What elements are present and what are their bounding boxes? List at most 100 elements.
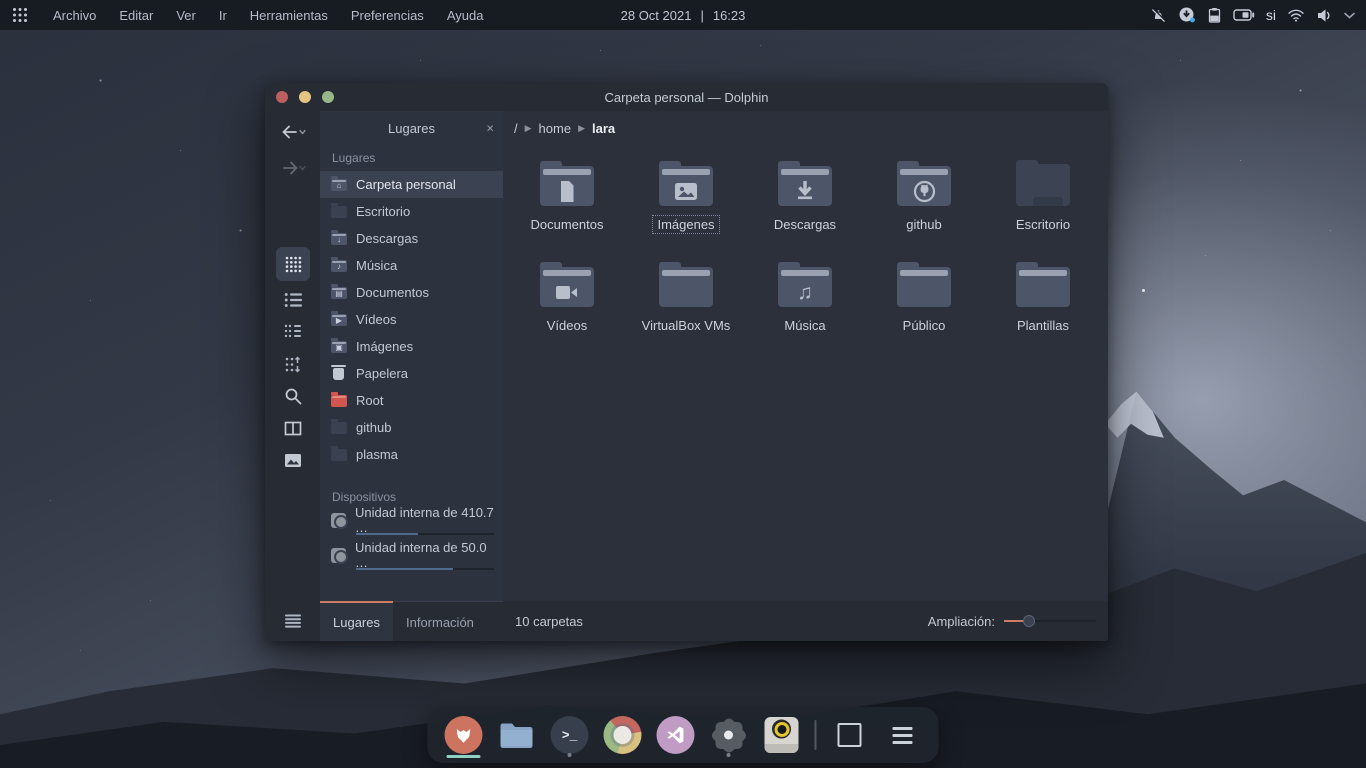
- menu-editar[interactable]: Editar: [118, 6, 154, 25]
- volume-icon[interactable]: [1316, 8, 1332, 23]
- place-descargas[interactable]: ↓ Descargas: [320, 225, 503, 252]
- zoom-slider[interactable]: [1004, 615, 1096, 627]
- split-view-button[interactable]: [276, 415, 310, 441]
- dock-firefox[interactable]: [444, 712, 484, 758]
- panel-menu-icon[interactable]: [284, 614, 302, 628]
- folder-label: Documentos: [526, 215, 609, 234]
- dock-terminal[interactable]: >_: [550, 712, 590, 758]
- clock-divider: |: [700, 8, 703, 23]
- folder-escritorio[interactable]: Escritorio: [991, 159, 1095, 251]
- tab-lugares[interactable]: Lugares: [320, 601, 393, 641]
- drive-icon: [331, 513, 346, 528]
- place-github[interactable]: github: [320, 414, 503, 441]
- music-player-icon: [765, 717, 799, 753]
- clock-time: 16:23: [713, 8, 746, 23]
- dock-vscode[interactable]: [656, 712, 696, 758]
- maximize-window-button[interactable]: [322, 91, 334, 103]
- battery-icon[interactable]: [1233, 8, 1255, 22]
- icons-view-button[interactable]: [276, 247, 310, 281]
- dock-app-menu[interactable]: [883, 712, 923, 758]
- place-plasma[interactable]: plasma: [320, 441, 503, 468]
- menu-ir[interactable]: Ir: [218, 6, 228, 25]
- place-escritorio[interactable]: Escritorio: [320, 198, 503, 225]
- forward-button[interactable]: [276, 155, 310, 181]
- breadcrumb-home[interactable]: home: [539, 121, 572, 136]
- folder-publico[interactable]: Público: [872, 260, 976, 352]
- settings-gear-icon: [715, 722, 742, 749]
- notifications-muted-icon[interactable]: [1150, 7, 1167, 24]
- folder-musica[interactable]: ♫ Música: [753, 260, 857, 352]
- tray-expand-chevron-icon[interactable]: [1343, 11, 1356, 20]
- close-window-button[interactable]: [276, 91, 288, 103]
- places-panel-header[interactable]: Lugares ×: [320, 111, 503, 145]
- folder-virtualbox-vms[interactable]: VirtualBox VMs: [634, 260, 738, 352]
- folder-github[interactable]: github: [872, 159, 976, 251]
- search-button[interactable]: [276, 383, 310, 409]
- folder-label: Vídeos: [542, 316, 592, 335]
- device-label: Unidad interna de 410.7 …: [355, 505, 503, 535]
- system-tray: si: [1150, 6, 1366, 24]
- updates-available-icon[interactable]: [1178, 6, 1196, 24]
- terminal-icon: >_: [551, 716, 589, 754]
- dock-chromium[interactable]: [603, 712, 643, 758]
- breadcrumb-current[interactable]: lara: [592, 121, 615, 136]
- clipboard-icon[interactable]: [1207, 7, 1222, 24]
- device-internal-410[interactable]: Unidad interna de 410.7 …: [331, 510, 503, 535]
- dock-music-player[interactable]: [762, 712, 802, 758]
- place-imagenes[interactable]: ▣ Imágenes: [320, 333, 503, 360]
- place-label: Vídeos: [356, 312, 396, 327]
- places-section-title: Lugares: [332, 151, 503, 165]
- tab-informacion[interactable]: Información: [393, 601, 487, 641]
- place-label: Carpeta personal: [356, 177, 456, 192]
- place-label: github: [356, 420, 391, 435]
- place-videos[interactable]: ▶ Vídeos: [320, 306, 503, 333]
- menu-preferencias[interactable]: Preferencias: [350, 6, 425, 25]
- device-label: Unidad interna de 50.0 …: [355, 540, 503, 570]
- dock-settings[interactable]: [709, 712, 749, 758]
- trash-icon: [333, 368, 344, 380]
- app-launcher-grid-icon[interactable]: [9, 4, 31, 26]
- keyboard-layout-indicator[interactable]: si: [1266, 7, 1276, 23]
- titlebar[interactable]: Carpeta personal — Dolphin: [265, 83, 1108, 111]
- folder-images-icon: [659, 166, 713, 206]
- details-view-button[interactable]: [276, 287, 310, 313]
- wifi-icon[interactable]: [1287, 8, 1305, 22]
- menu-ayuda[interactable]: Ayuda: [446, 6, 485, 25]
- place-papelera[interactable]: Papelera: [320, 360, 503, 387]
- breadcrumb-arrow-icon: ▶: [578, 123, 585, 134]
- back-button[interactable]: [276, 119, 310, 145]
- chromium-icon: [604, 716, 642, 754]
- minimize-window-button[interactable]: [299, 91, 311, 103]
- running-indicator: [727, 753, 731, 757]
- panel-close-icon[interactable]: ×: [486, 122, 494, 135]
- folder-label: github: [901, 215, 946, 234]
- place-root[interactable]: Root: [320, 387, 503, 414]
- menu-herramientas[interactable]: Herramientas: [249, 6, 329, 25]
- folder-plain-icon: [897, 267, 951, 307]
- dock-file-manager[interactable]: [497, 712, 537, 758]
- dock-show-desktop[interactable]: [830, 712, 870, 758]
- folder-descargas[interactable]: Descargas: [753, 159, 857, 251]
- place-carpeta-personal[interactable]: ⌂ Carpeta personal: [320, 171, 503, 198]
- clock[interactable]: 28 Oct 2021 | 16:23: [621, 8, 746, 23]
- folder-videos[interactable]: Vídeos: [515, 260, 619, 352]
- folder-music-icon: ♫: [778, 267, 832, 307]
- compact-view-button[interactable]: [276, 319, 310, 345]
- preview-button[interactable]: [276, 447, 310, 473]
- place-documentos[interactable]: ▤ Documentos: [320, 279, 503, 306]
- folder-documentos[interactable]: Documentos: [515, 159, 619, 251]
- place-musica[interactable]: ♪ Música: [320, 252, 503, 279]
- folder-imagenes[interactable]: Imágenes: [634, 159, 738, 251]
- device-internal-50[interactable]: Unidad interna de 50.0 …: [331, 545, 503, 570]
- folder-label: VirtualBox VMs: [637, 316, 736, 335]
- folder-plantillas[interactable]: Plantillas: [991, 260, 1095, 352]
- videos-folder-icon: ▶: [331, 314, 347, 326]
- breadcrumb-root[interactable]: /: [514, 121, 518, 136]
- sort-button[interactable]: [276, 351, 310, 377]
- place-label: Descargas: [356, 231, 418, 246]
- devices-section: Dispositivos Unidad interna de 410.7 … U…: [320, 484, 503, 580]
- menu-ver[interactable]: Ver: [175, 6, 197, 25]
- menu-archivo[interactable]: Archivo: [52, 6, 97, 25]
- desktop-folder-icon: [1016, 164, 1070, 206]
- zoom-slider-handle[interactable]: [1023, 615, 1035, 627]
